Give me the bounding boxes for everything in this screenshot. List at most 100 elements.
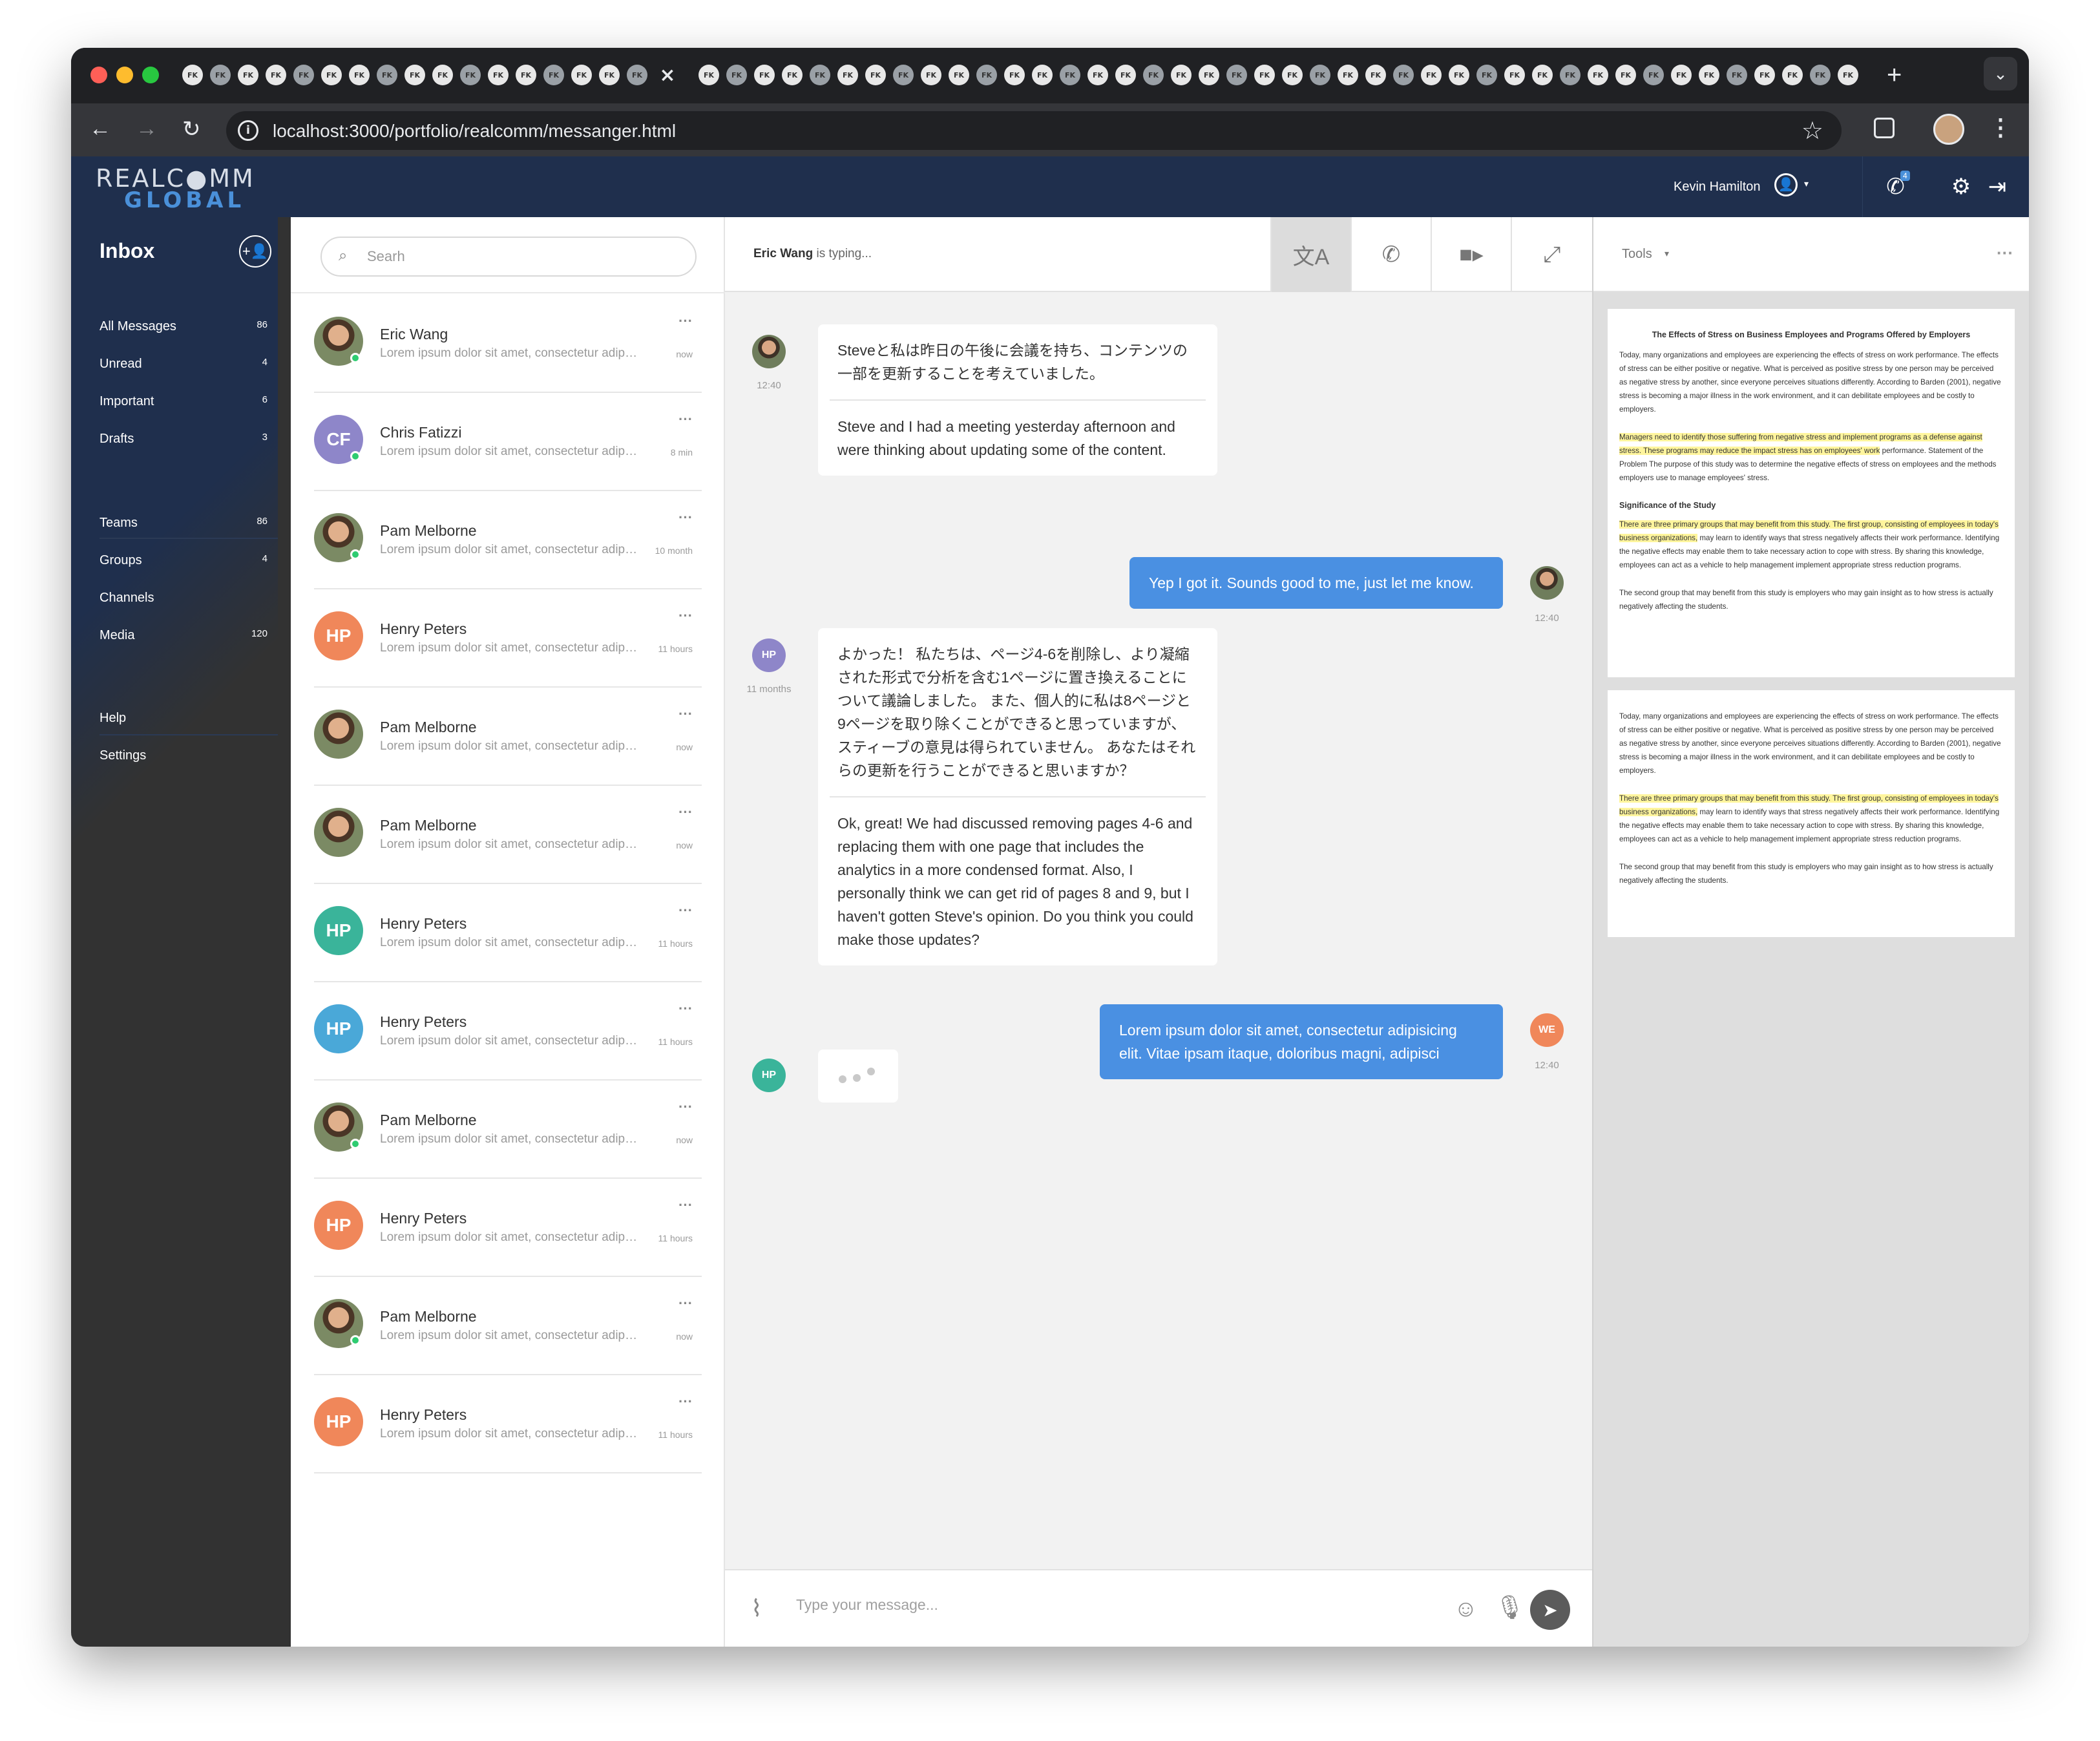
tab-favicon[interactable]: FK: [1171, 65, 1192, 85]
conversation-item[interactable]: HP Henry Peters Lorem ipsum dolor sit amet…: [314, 884, 702, 982]
conversation-item[interactable]: HP Henry Peters Lorem ipsum dolor sit amet…: [314, 1375, 702, 1473]
sidebar-item-help[interactable]: Help: [100, 711, 268, 726]
avatar[interactable]: WE: [1530, 1013, 1564, 1047]
avatar[interactable]: [314, 710, 363, 759]
avatar[interactable]: HP: [314, 906, 363, 955]
tab-favicon[interactable]: FK: [1588, 65, 1608, 85]
conversation-item[interactable]: Pam Melborne Lorem ipsum dolor sit amet, …: [314, 1081, 702, 1179]
tab-favicon[interactable]: FK: [976, 65, 997, 85]
more-options-icon[interactable]: ···: [678, 1000, 693, 1017]
reload-icon[interactable]: ↻: [182, 116, 201, 142]
conversation-item[interactable]: Pam Melborne Lorem ipsum dolor sit amet, …: [314, 688, 702, 786]
message-bubble-outgoing[interactable]: Yep I got it. Sounds good to me, just le…: [1129, 557, 1503, 609]
tab-search-icon[interactable]: ⌄: [1984, 57, 2017, 90]
sidebar-item-unread[interactable]: Unread 4: [100, 357, 268, 372]
tab-favicon[interactable]: FK: [293, 65, 314, 85]
browser-menu-icon[interactable]: ⋮: [1989, 114, 2012, 141]
emoji-icon[interactable]: ☺: [1454, 1595, 1478, 1622]
more-options-icon[interactable]: ···: [678, 706, 693, 723]
avatar[interactable]: [1530, 566, 1564, 600]
active-tab-close-icon[interactable]: ×: [657, 64, 678, 87]
sidebar-item-all-messages[interactable]: All Messages 86: [100, 319, 268, 334]
tab-favicon[interactable]: FK: [599, 65, 620, 85]
url-field[interactable]: i localhost:3000/portfolio/realcomm/mess…: [226, 111, 1842, 150]
extensions-icon[interactable]: [1874, 118, 1895, 138]
tab-favicon[interactable]: FK: [377, 65, 397, 85]
more-options-icon[interactable]: ···: [678, 1197, 693, 1214]
search-input[interactable]: [367, 248, 677, 265]
tab-favicon[interactable]: FK: [238, 65, 258, 85]
avatar[interactable]: [752, 335, 786, 368]
tab-favicon[interactable]: FK: [1087, 65, 1108, 85]
avatar[interactable]: [314, 808, 363, 857]
translate-icon[interactable]: 文A: [1270, 217, 1350, 292]
sidebar-item-important[interactable]: Important 6: [100, 394, 268, 409]
tab-favicon[interactable]: FK: [1393, 65, 1414, 85]
avatar[interactable]: HP: [752, 638, 786, 672]
avatar[interactable]: HP: [314, 611, 363, 660]
more-options-icon[interactable]: ···: [678, 411, 693, 428]
sidebar-item-drafts[interactable]: Drafts 3: [100, 432, 268, 447]
tab-favicon[interactable]: FK: [1699, 65, 1719, 85]
paperclip-icon[interactable]: ⌇: [751, 1595, 762, 1622]
conversation-item[interactable]: HP Henry Peters Lorem ipsum dolor sit amet…: [314, 589, 702, 688]
tab-favicon[interactable]: FK: [1615, 65, 1636, 85]
tab-favicon[interactable]: FK: [1476, 65, 1497, 85]
sidebar-item-media[interactable]: Media 120: [100, 628, 268, 643]
more-options-icon[interactable]: ···: [678, 1393, 693, 1410]
message-bubble-incoming[interactable]: Steveと私は昨日の午後に会議を持ち、コンテンツの一部を更新することを考えてい…: [818, 324, 1217, 476]
minimize-window-button[interactable]: [116, 67, 133, 83]
new-tab-icon[interactable]: +: [1887, 61, 1902, 90]
tab-favicon[interactable]: FK: [1282, 65, 1303, 85]
user-name[interactable]: Kevin Hamilton: [1674, 180, 1761, 195]
tab-favicon[interactable]: FK: [321, 65, 342, 85]
logo-global[interactable]: GLOBAL: [124, 187, 245, 213]
more-options-icon[interactable]: ···: [678, 804, 693, 821]
conversation-item[interactable]: HP Henry Peters Lorem ipsum dolor sit amet…: [314, 1179, 702, 1277]
conversation-item[interactable]: Pam Melborne Lorem ipsum dolor sit amet, …: [314, 491, 702, 589]
bookmark-star-icon[interactable]: ☆: [1801, 116, 1823, 145]
forward-icon[interactable]: →: [136, 116, 158, 142]
tab-favicon[interactable]: FK: [182, 65, 203, 85]
conversation-item[interactable]: HP Henry Peters Lorem ipsum dolor sit amet…: [314, 982, 702, 1081]
tab-favicon[interactable]: FK: [893, 65, 914, 85]
conversation-item[interactable]: CF Chris Fatizzi Lorem ipsum dolor sit ame…: [314, 393, 702, 491]
tab-favicon[interactable]: FK: [949, 65, 969, 85]
tab-favicon[interactable]: FK: [1504, 65, 1525, 85]
tab-favicon[interactable]: FK: [210, 65, 231, 85]
more-options-icon[interactable]: ···: [678, 313, 693, 330]
tab-favicon[interactable]: FK: [1226, 65, 1247, 85]
more-options-icon[interactable]: ···: [678, 902, 693, 919]
tab-favicon[interactable]: FK: [1754, 65, 1775, 85]
site-info-icon[interactable]: i: [238, 120, 258, 141]
tab-favicon[interactable]: FK: [1338, 65, 1358, 85]
tab-favicon[interactable]: FK: [1032, 65, 1053, 85]
tab-favicon[interactable]: FK: [726, 65, 747, 85]
more-options-icon[interactable]: ···: [678, 509, 693, 526]
avatar[interactable]: HP: [752, 1059, 786, 1092]
tab-favicon[interactable]: FK: [865, 65, 886, 85]
browser-profile-avatar[interactable]: [1933, 114, 1964, 145]
tab-favicon[interactable]: FK: [1782, 65, 1803, 85]
tab-favicon[interactable]: FK: [1838, 65, 1858, 85]
tab-favicon[interactable]: FK: [698, 65, 719, 85]
tab-favicon[interactable]: FK: [921, 65, 941, 85]
tab-favicon[interactable]: FK: [1115, 65, 1136, 85]
tab-favicon[interactable]: FK: [810, 65, 830, 85]
avatar[interactable]: HP: [314, 1397, 363, 1446]
tab-favicon[interactable]: FK: [1421, 65, 1442, 85]
tab-favicon[interactable]: FK: [1004, 65, 1025, 85]
microphone-icon[interactable]: 🎙: [1495, 1594, 1525, 1621]
tab-favicon[interactable]: FK: [1727, 65, 1747, 85]
tab-favicon[interactable]: FK: [1560, 65, 1580, 85]
tab-favicon[interactable]: FK: [488, 65, 509, 85]
avatar[interactable]: HP: [314, 1004, 363, 1053]
tab-favicon[interactable]: FK: [1449, 65, 1469, 85]
tab-favicon[interactable]: FK: [1310, 65, 1330, 85]
sidebar-item-channels[interactable]: Channels: [100, 591, 268, 606]
avatar[interactable]: HP: [314, 1201, 363, 1250]
tab-favicon[interactable]: FK: [1143, 65, 1164, 85]
tab-favicon[interactable]: FK: [349, 65, 370, 85]
conversation-item[interactable]: Eric Wang Lorem ipsum dolor sit amet, con…: [314, 295, 702, 393]
conversation-item[interactable]: Pam Melborne Lorem ipsum dolor sit amet, …: [314, 786, 702, 884]
